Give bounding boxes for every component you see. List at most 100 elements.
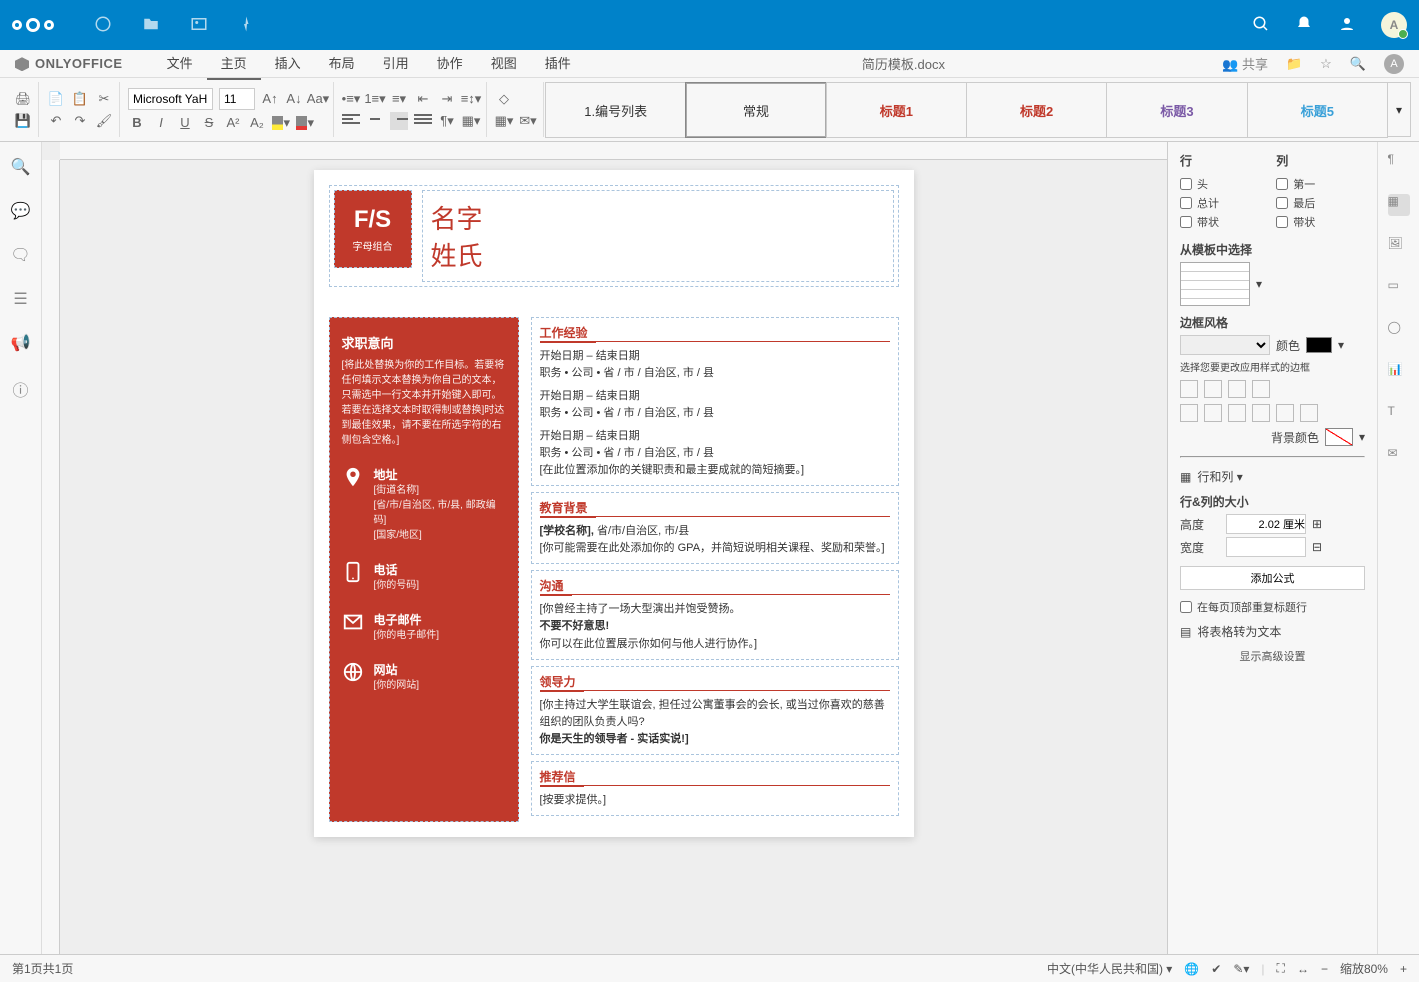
repeat-header-checkbox[interactable]: 在每页顶部重复标题行 — [1180, 599, 1365, 615]
rt-shape-icon[interactable]: ◯ — [1388, 320, 1410, 342]
print-icon[interactable]: 🖨 — [14, 90, 32, 108]
zoom-out-button[interactable]: − — [1321, 962, 1328, 976]
style-numbered-list[interactable]: 1.编号列表 — [545, 82, 686, 138]
border-horiz[interactable] — [1276, 404, 1294, 422]
border-top[interactable] — [1252, 404, 1270, 422]
document-page[interactable]: F/S 字母组合 名字 姓氏 求职意向 [将此处替换为你的工作目标。若要将任何填… — [314, 170, 914, 837]
inc-indent-icon[interactable]: ⇥ — [438, 90, 456, 108]
border-vert[interactable] — [1204, 404, 1222, 422]
activity-icon[interactable] — [238, 15, 256, 36]
align-right-button[interactable] — [390, 112, 408, 130]
user-avatar[interactable]: A — [1381, 12, 1407, 38]
col-width-input[interactable] — [1226, 537, 1306, 557]
chk-total-row[interactable]: 总计 — [1180, 195, 1269, 211]
horizontal-ruler[interactable] — [60, 142, 1167, 160]
rows-cols-dropdown[interactable]: 行和列 ▾ — [1197, 468, 1242, 485]
editor-avatar[interactable]: A — [1384, 54, 1404, 74]
style-heading1[interactable]: 标题1 — [826, 82, 967, 138]
bold-button[interactable]: B — [128, 114, 146, 132]
rt-image-icon[interactable]: 🖼 — [1388, 236, 1410, 258]
font-color-button[interactable]: ▾ — [296, 114, 314, 132]
nextcloud-logo[interactable] — [12, 18, 54, 32]
border-width-select[interactable] — [1180, 335, 1270, 355]
style-heading5[interactable]: 标题5 — [1247, 82, 1388, 138]
border-bottom[interactable] — [1300, 404, 1318, 422]
tab-collab[interactable]: 协作 — [423, 47, 477, 80]
lt-navigation-icon[interactable]: ☰ — [13, 289, 27, 309]
share-button[interactable]: 👥 共享 — [1222, 54, 1268, 73]
paste-icon[interactable]: 📋 — [71, 90, 89, 108]
rt-header-icon[interactable]: ▭ — [1388, 278, 1410, 300]
rt-table-icon[interactable]: ▦ — [1388, 194, 1410, 216]
align-center-button[interactable] — [366, 112, 384, 130]
lt-about-icon[interactable]: ⓘ — [12, 377, 28, 401]
page-indicator[interactable]: 第1页共1页 — [12, 960, 73, 977]
notifications-icon[interactable] — [1295, 15, 1313, 36]
dec-indent-icon[interactable]: ⇤ — [414, 90, 432, 108]
strike-button[interactable]: S — [200, 114, 218, 132]
change-case-icon[interactable]: Aa▾ — [309, 90, 327, 108]
search-icon[interactable] — [1252, 15, 1270, 36]
chk-banded-row[interactable]: 带状 — [1180, 214, 1269, 230]
row-height-input[interactable] — [1226, 514, 1306, 534]
clear-style-icon[interactable]: ◇ — [495, 90, 513, 108]
tab-home[interactable]: 主页 — [207, 47, 261, 80]
header-search-icon[interactable]: 🔍 — [1350, 56, 1366, 72]
convert-to-text-button[interactable]: 将表格转为文本 — [1197, 623, 1281, 640]
tab-view[interactable]: 视图 — [477, 47, 531, 80]
undo-icon[interactable]: ↶ — [47, 112, 65, 130]
style-heading2[interactable]: 标题2 — [966, 82, 1107, 138]
section-education[interactable]: 教育背景 [学校名称], 省/市/自治区, 市/县 [你可能需要在此处添加你的 … — [531, 492, 899, 564]
style-heading3[interactable]: 标题3 — [1106, 82, 1247, 138]
rt-chart-icon[interactable]: 📊 — [1388, 362, 1410, 384]
favorite-icon[interactable]: ☆ — [1320, 56, 1332, 72]
chk-first-col[interactable]: 第一 — [1276, 176, 1365, 192]
advanced-settings-link[interactable]: 显示高级设置 — [1180, 648, 1365, 664]
lt-feedback-icon[interactable]: 📢 — [11, 333, 31, 353]
add-formula-button[interactable]: 添加公式 — [1180, 566, 1365, 590]
save-icon[interactable]: 💾 — [14, 112, 32, 130]
sidebar-column[interactable]: 求职意向 [将此处替换为你的工作目标。若要将任何填示文本替换为你自己的文本，只需… — [329, 317, 519, 822]
section-leadership[interactable]: 领导力 [你主持过大学生联谊会, 担任过公寓董事会的会长, 或当过你喜欢的慈善组… — [531, 666, 899, 755]
photos-icon[interactable] — [190, 15, 208, 36]
subscript-button[interactable]: A₂ — [248, 114, 266, 132]
mailmerge-icon[interactable]: ✉▾ — [519, 112, 537, 130]
bg-color-swatch[interactable] — [1325, 428, 1353, 446]
font-name-select[interactable] — [128, 88, 213, 110]
chk-banded-col[interactable]: 带状 — [1276, 214, 1365, 230]
numbering-icon[interactable]: 1≡▾ — [366, 90, 384, 108]
tab-layout[interactable]: 布局 — [315, 47, 369, 80]
copy-icon[interactable]: 📄 — [47, 90, 65, 108]
files-icon[interactable] — [142, 15, 160, 36]
section-communication[interactable]: 沟通 [你曾经主持了一场大型演出并饱受赞扬。不要不好意思!你可以在此位置展示你如… — [531, 570, 899, 659]
spellcheck-icon[interactable]: ✔ — [1211, 962, 1221, 976]
border-color-swatch[interactable] — [1306, 337, 1332, 353]
distribute-rows-icon[interactable]: ⊞ — [1312, 517, 1322, 531]
line-spacing-icon[interactable]: ≡↕▾ — [462, 90, 480, 108]
tab-references[interactable]: 引用 — [369, 47, 423, 80]
styles-dropdown[interactable]: ▾ — [1387, 82, 1411, 137]
rt-mail-icon[interactable]: ✉ — [1388, 446, 1410, 468]
tab-insert[interactable]: 插入 — [261, 47, 315, 80]
bullets-icon[interactable]: •≡▾ — [342, 90, 360, 108]
border-outer[interactable] — [1180, 380, 1198, 398]
superscript-button[interactable]: A² — [224, 114, 242, 132]
border-left[interactable] — [1180, 404, 1198, 422]
spellcheck-lang-icon[interactable]: 🌐 — [1184, 962, 1199, 976]
fit-width-icon[interactable]: ↔ — [1297, 962, 1309, 976]
open-location-icon[interactable]: 📁 — [1286, 56, 1302, 72]
redo-icon[interactable]: ↷ — [71, 112, 89, 130]
monogram-cell[interactable]: F/S 字母组合 — [334, 190, 412, 268]
decrease-font-icon[interactable]: A↓ — [285, 90, 303, 108]
language-selector[interactable]: 中文(中华人民共和国) ▾ — [1047, 960, 1172, 977]
fit-page-icon[interactable]: ⛶ — [1277, 961, 1285, 976]
increase-font-icon[interactable]: A↑ — [261, 90, 279, 108]
border-all[interactable] — [1204, 380, 1222, 398]
zoom-in-button[interactable]: + — [1400, 962, 1407, 976]
border-none[interactable] — [1252, 380, 1270, 398]
rt-paragraph-icon[interactable]: ¶ — [1388, 152, 1410, 174]
lt-comments-icon[interactable]: 💬 — [11, 201, 31, 221]
lt-search-icon[interactable]: 🔍 — [11, 157, 31, 177]
section-references[interactable]: 推荐信 [按要求提供。] — [531, 761, 899, 816]
border-right[interactable] — [1228, 404, 1246, 422]
